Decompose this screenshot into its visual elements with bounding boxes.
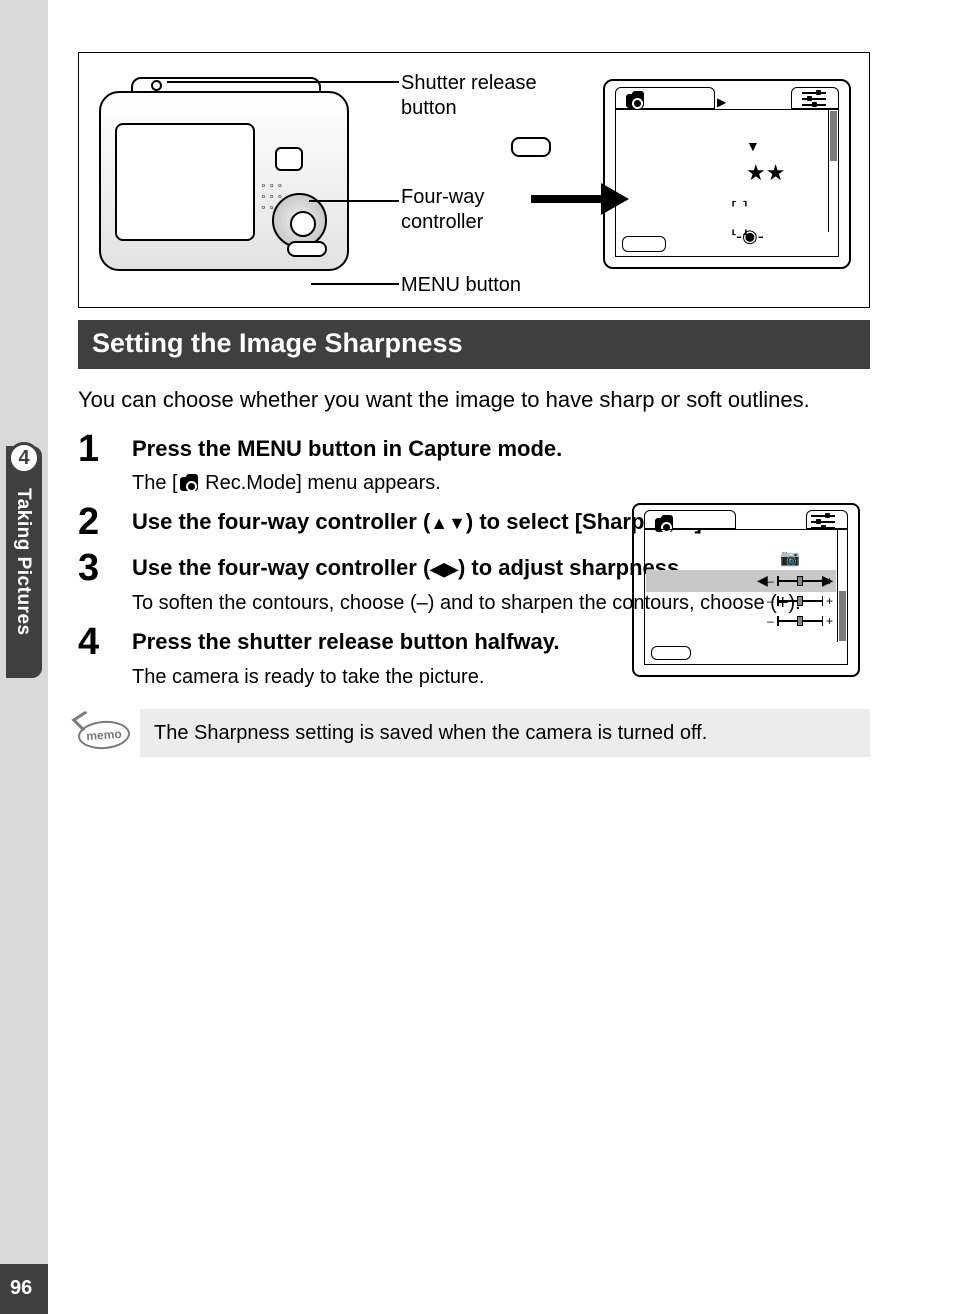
leader-line [311, 283, 399, 285]
menu-button-label: MENU button [401, 273, 521, 298]
quality-stars: ★★ [746, 160, 785, 186]
lcd-screen-sharpness: 📷 ◀ ▶ –+ –+ –+ [632, 503, 860, 677]
memo-note: memo The Sharpness setting is saved when… [78, 709, 870, 757]
scrollbar [828, 110, 838, 232]
sharpness-slider: –+ [777, 574, 823, 588]
step-number: 1 [78, 430, 132, 498]
triangle-down-icon: ▼ [746, 138, 760, 154]
ae-metering-icon: -◉- [736, 226, 764, 247]
tab-setup [791, 87, 839, 109]
camera-icon [626, 94, 644, 108]
camera-icon [180, 477, 198, 491]
chapter-number-badge: 4 [8, 442, 40, 474]
tab-recmode [644, 510, 736, 529]
saturation-slider: –+ [777, 594, 823, 608]
sliders-icon [802, 90, 826, 108]
shutter-release-label: Shutter release button [401, 71, 561, 121]
menu-indicator [622, 236, 666, 252]
step-number: 4 [78, 623, 132, 691]
page-number: 96 [10, 1277, 32, 1300]
camera-illustration: ∘∘∘∘∘∘∘∘∘ [99, 81, 349, 286]
step-number: 2 [78, 503, 132, 543]
step-title: Press the MENU button in Capture mode. [132, 434, 870, 464]
lcd-screen-recmode: ▶ ▼ ★★ ⸢ ⸣⸤ ⸥ -◉- [603, 79, 851, 269]
instant-review-icon: 📷 [780, 548, 800, 568]
memo-badge: memo [78, 711, 132, 753]
tab-divider-arrow-icon: ▶ [717, 95, 726, 109]
leader-line [167, 81, 399, 83]
tab-setup [806, 510, 848, 529]
chapter-side-tab: 4 Taking Pictures [6, 446, 42, 678]
scrollbar [837, 530, 847, 642]
step-description: The [ Rec.Mode] menu appears. [132, 469, 870, 497]
menu-button-icon [511, 137, 551, 157]
up-down-arrows-icon: ▲▼ [430, 513, 466, 533]
left-right-arrows-icon: ◀▶ [430, 559, 458, 579]
section-heading: Setting the Image Sharpness [78, 320, 870, 369]
step-1: 1 Press the MENU button in Capture mode.… [78, 430, 870, 498]
tab-recmode [615, 87, 715, 109]
intro-paragraph: You can choose whether you want the imag… [78, 385, 870, 416]
contrast-slider: –+ [777, 614, 823, 628]
camera-diagram: ∘∘∘∘∘∘∘∘∘ Shutter release button Four-wa… [78, 52, 870, 308]
chapter-title: Taking Pictures [12, 488, 34, 636]
menu-indicator [651, 646, 691, 660]
memo-text: The Sharpness setting is saved when the … [140, 709, 870, 757]
leader-line [309, 200, 399, 202]
step-number: 3 [78, 549, 132, 617]
fourway-controller-label: Four-way controller [401, 185, 531, 235]
